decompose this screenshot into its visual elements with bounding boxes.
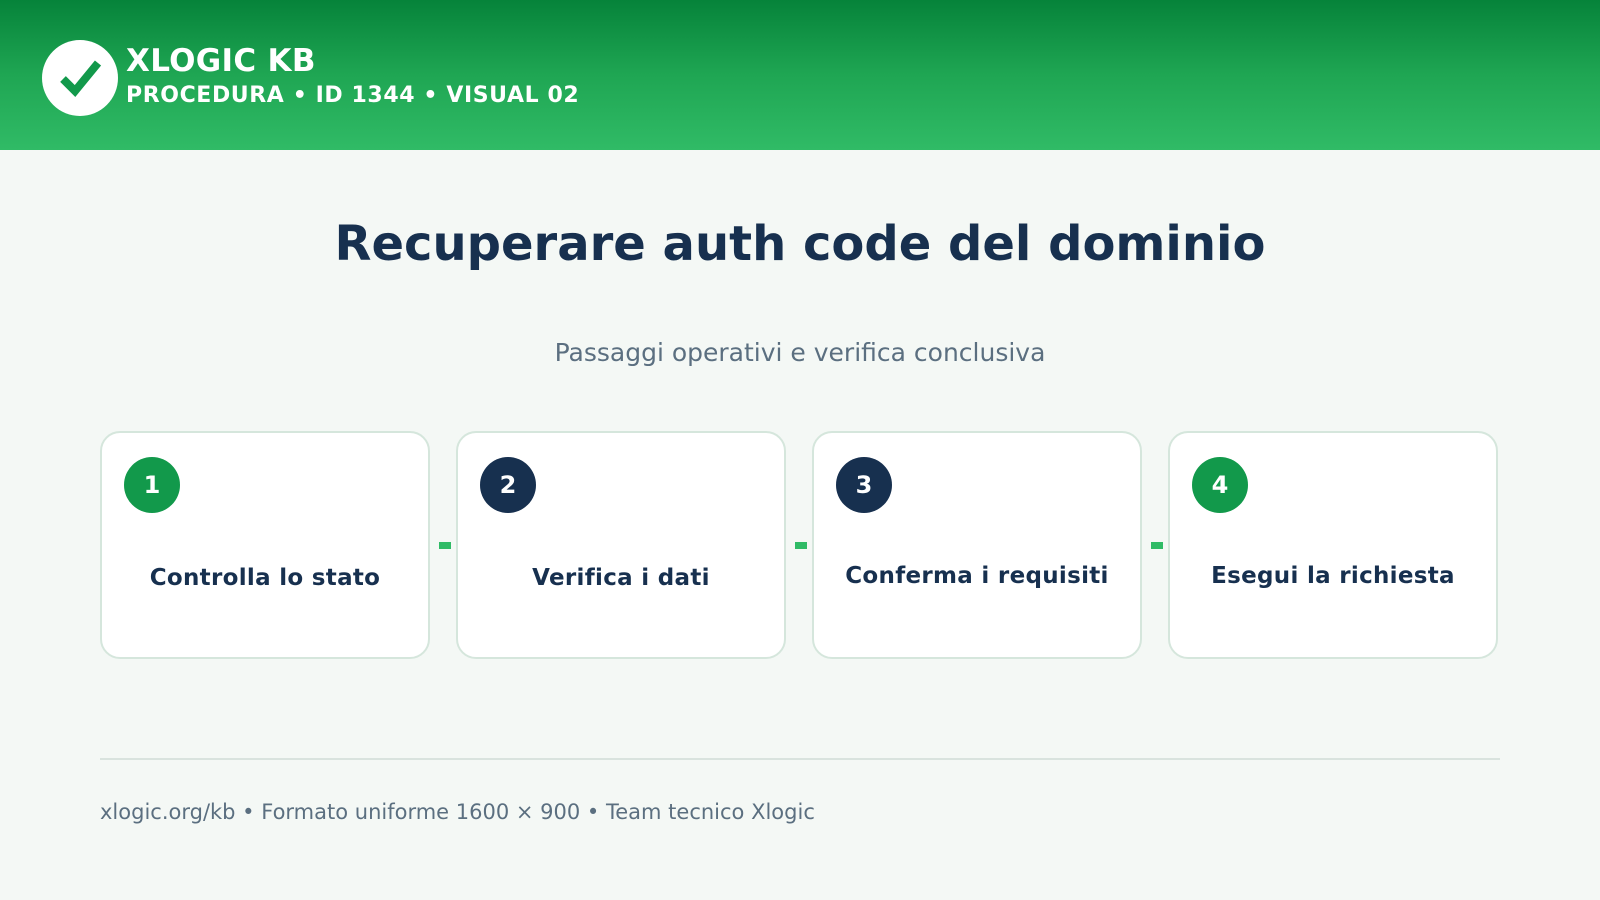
step-number-badge: 1: [124, 457, 180, 513]
page-title: Recuperare auth code del dominio: [334, 216, 1266, 272]
step-card-3: 3 Conferma i requisiti: [812, 431, 1142, 659]
header-banner: XLOGIC KB PROCEDURA • ID 1344 • VISUAL 0…: [0, 0, 1600, 150]
step-label: Verifica i dati: [532, 565, 710, 591]
step-connector: [795, 542, 807, 549]
step-connector: [439, 542, 451, 549]
step-number-badge: 2: [480, 457, 536, 513]
checkmark-icon: [60, 60, 102, 97]
step-card-2: 2 Verifica i dati: [456, 431, 786, 659]
step-label: Controlla lo stato: [149, 565, 381, 591]
step-number-badge: 3: [836, 457, 892, 513]
step-card-4: 4 Esegui la richiesta: [1168, 431, 1498, 659]
step-card-1: 1 Controlla lo stato: [100, 431, 430, 659]
step-label: Conferma i requisiti: [845, 563, 1109, 589]
step-connector: [1151, 542, 1163, 549]
step-label: Esegui la richiesta: [1211, 563, 1455, 589]
header-subtitle: PROCEDURA • ID 1344 • VISUAL 02: [126, 83, 580, 108]
step-number-badge: 4: [1192, 457, 1248, 513]
footer-divider: [100, 758, 1500, 760]
brand-title: XLOGIC KB: [126, 43, 316, 79]
logo: [42, 40, 118, 116]
page-subtitle: Passaggi operativi e verifica conclusiva: [554, 338, 1046, 367]
footer-text: xlogic.org/kb • Formato uniforme 1600 × …: [100, 800, 815, 824]
